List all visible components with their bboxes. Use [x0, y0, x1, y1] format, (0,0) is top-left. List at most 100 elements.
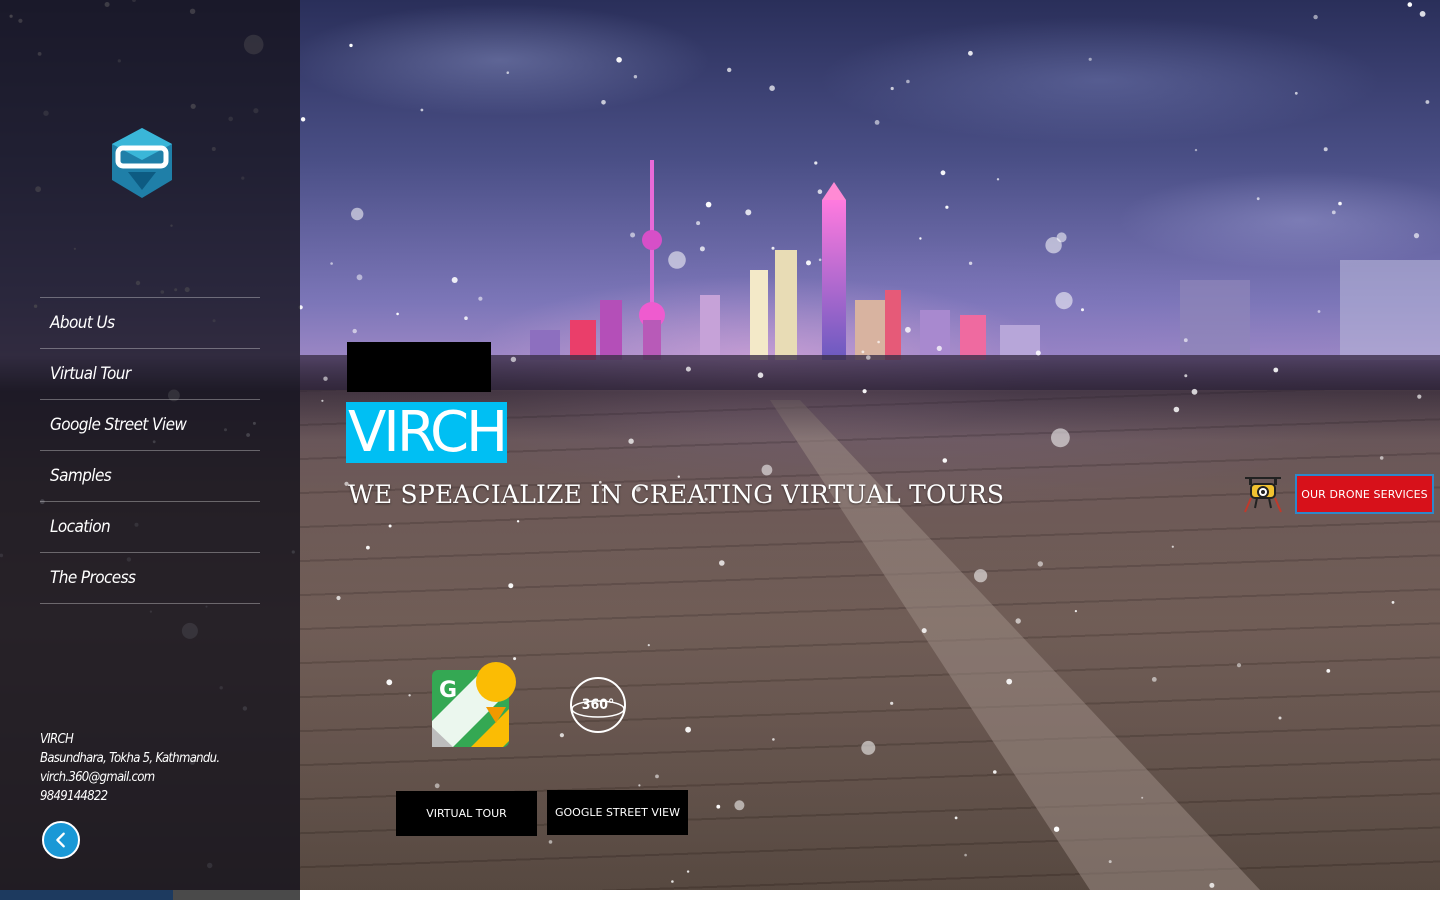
snowflake	[964, 853, 967, 857]
snowflake	[772, 738, 775, 741]
nav-item-virtual-tour[interactable]: Virtual Tour	[40, 349, 260, 400]
snowflake	[366, 545, 370, 550]
snowflake	[945, 205, 949, 209]
snowflake	[1407, 2, 1413, 7]
snowflake	[655, 774, 659, 779]
360-icon[interactable]: 360°	[569, 676, 627, 734]
snowflake	[919, 237, 922, 240]
snowflake	[968, 261, 973, 265]
google-street-view-button[interactable]: GOOGLE STREET VIEW	[547, 790, 688, 835]
snowflake	[1294, 91, 1298, 95]
snowflake	[685, 366, 691, 372]
snowflake	[1379, 456, 1384, 460]
snowflake	[699, 246, 705, 252]
snowflake	[861, 350, 865, 354]
snowflake	[940, 170, 946, 176]
snowflake	[434, 783, 440, 789]
snowflake	[408, 694, 411, 697]
snowflake	[1278, 716, 1282, 720]
snowflake	[1184, 374, 1188, 378]
snowflake	[464, 316, 468, 321]
snowflake	[1209, 882, 1215, 888]
snowflake	[719, 560, 725, 566]
snowflake	[330, 262, 333, 265]
bottom-strip-blue	[0, 890, 173, 900]
snowflake	[548, 840, 553, 844]
snowflake	[1417, 394, 1422, 399]
hero-black-block	[347, 342, 491, 392]
360-circle: 360°	[570, 677, 626, 733]
360-label: 360°	[582, 697, 615, 713]
snowflake	[954, 816, 958, 820]
nav-item-location[interactable]: Location	[40, 502, 260, 553]
snowflake	[1194, 148, 1198, 152]
snowflake	[351, 207, 364, 221]
snowflake	[349, 43, 353, 48]
snowflake	[386, 679, 393, 686]
snowflake	[1331, 210, 1336, 215]
drone-icon[interactable]	[1241, 472, 1285, 516]
snowflake	[1326, 669, 1331, 673]
snowflake	[1051, 428, 1070, 448]
snowflake	[862, 389, 867, 394]
snowflake	[942, 458, 948, 463]
snowflake	[1074, 610, 1077, 613]
snowflake	[628, 438, 634, 444]
snowflake	[677, 475, 680, 478]
snowflake	[647, 644, 650, 647]
snowflake	[874, 120, 880, 125]
snowflake	[1053, 826, 1060, 832]
snowflake	[968, 50, 973, 56]
virtual-tour-button[interactable]: VIRTUAL TOUR	[396, 791, 537, 836]
snowflake	[905, 326, 911, 333]
snowflake	[745, 209, 752, 216]
contact-info: VIRCH Basundhara, Tokha 5, Kathmandu. vi…	[40, 730, 280, 806]
drone-services-button[interactable]: OUR DRONE SERVICES	[1295, 474, 1434, 514]
snowflake	[1171, 545, 1174, 548]
snowflake	[993, 770, 997, 774]
nav-item-the-process[interactable]: The Process	[40, 553, 260, 604]
snowflake	[638, 784, 641, 787]
nav-item-samples[interactable]: Samples	[40, 451, 260, 502]
bottom-strip-grey	[173, 890, 300, 900]
snowflake	[321, 399, 324, 402]
snowflake	[818, 258, 822, 262]
main-nav: About Us Virtual Tour Google Street View…	[40, 297, 260, 604]
snowflake	[633, 75, 638, 79]
google-street-view-icon[interactable]: G	[431, 661, 519, 749]
snowflake	[769, 85, 775, 91]
collapse-sidebar-button[interactable]	[42, 821, 80, 859]
snowflake	[1045, 237, 1062, 254]
sidebar: About Us Virtual Tour Google Street View…	[0, 0, 300, 890]
snowflake	[1317, 310, 1321, 313]
snowflake	[1191, 388, 1198, 395]
snowflake	[877, 340, 880, 344]
snowflake	[890, 701, 894, 705]
snowflake	[671, 880, 674, 883]
snowflake	[1141, 796, 1144, 799]
snowflake	[1323, 147, 1328, 152]
snowflake	[668, 251, 686, 269]
snowflake	[396, 312, 399, 316]
contact-email[interactable]: virch.360@gmail.com	[40, 768, 280, 787]
snowflake	[616, 57, 622, 63]
snowflake	[516, 520, 520, 523]
snowflake	[508, 583, 514, 589]
snowflake	[757, 372, 764, 379]
snowflake	[1081, 308, 1084, 312]
snowflake	[716, 804, 721, 809]
snowflake	[727, 67, 732, 73]
snowflake	[1273, 367, 1279, 373]
contact-phone[interactable]: 9849144822	[40, 787, 280, 806]
snowflake	[323, 376, 328, 381]
snowflake	[1391, 601, 1395, 604]
hero-tagline: WE SPEACIALIZE IN CREATING VIRTUAL TOURS	[348, 480, 1005, 509]
snowflake	[420, 108, 424, 112]
nav-item-google-street-view[interactable]: Google Street View	[40, 400, 260, 451]
snowflake	[1055, 292, 1073, 310]
snowflake	[513, 657, 517, 661]
nav-item-about-us[interactable]: About Us	[40, 298, 260, 349]
virch-logo[interactable]	[108, 126, 176, 200]
chevron-left-icon	[56, 832, 65, 848]
snowflake	[906, 79, 910, 84]
